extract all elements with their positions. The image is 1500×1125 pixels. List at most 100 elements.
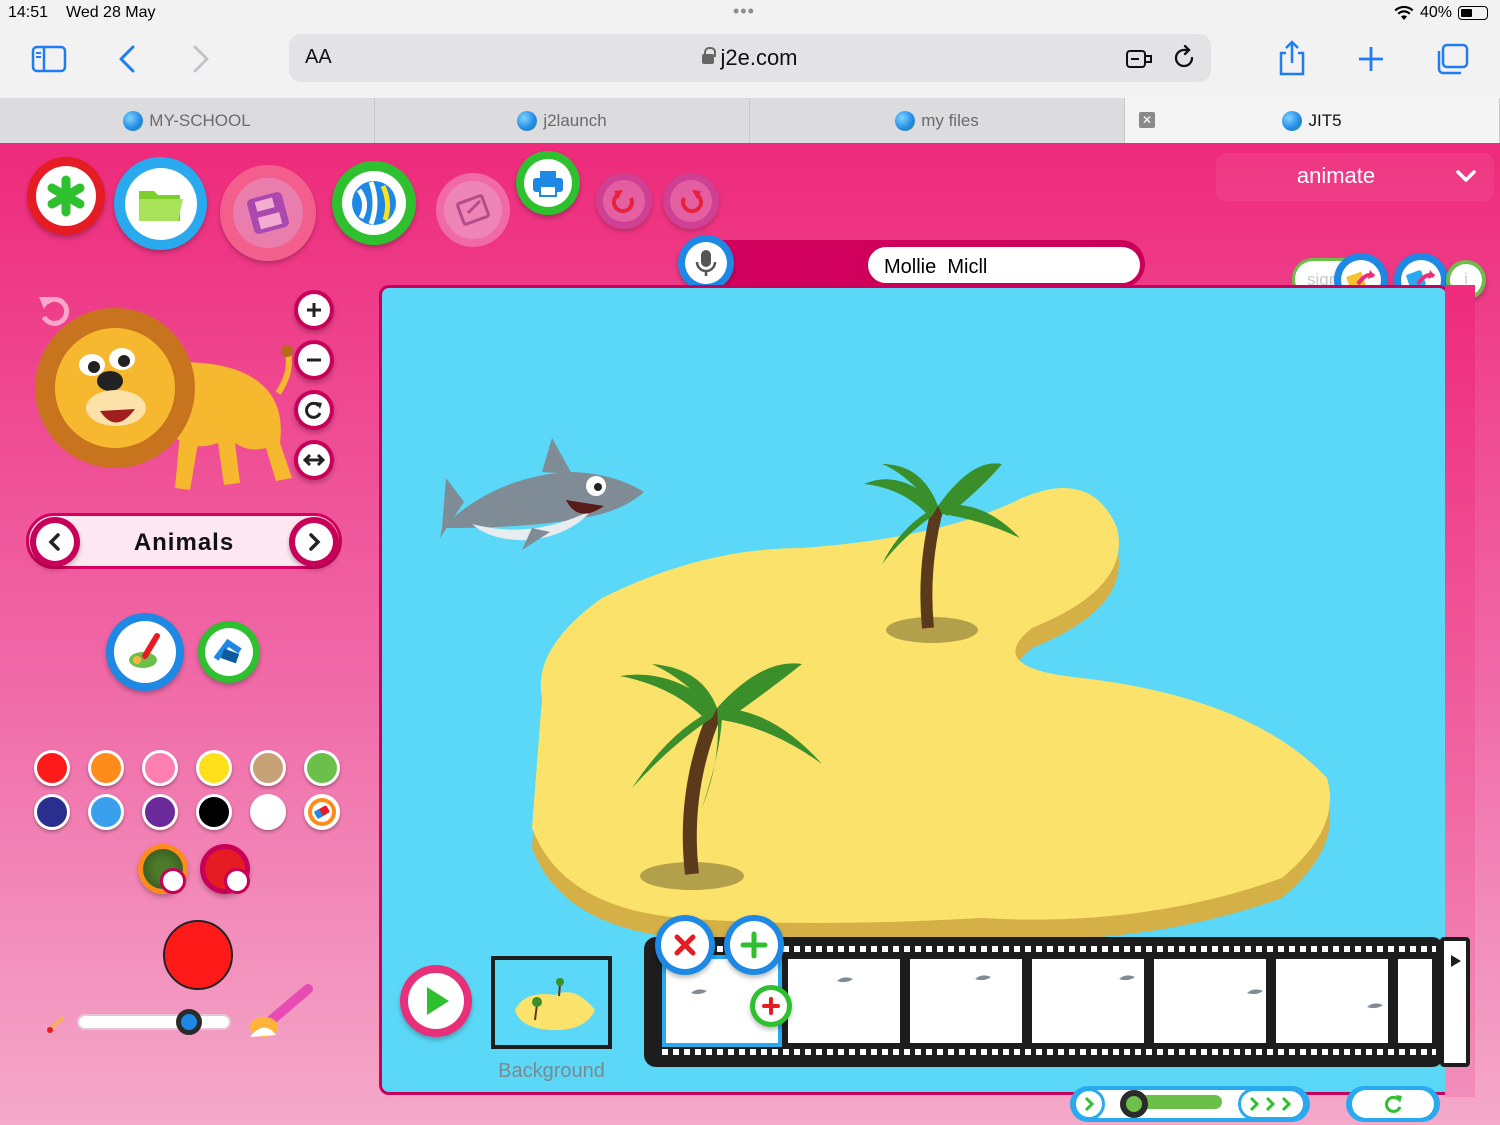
rotate-icon [298, 394, 330, 426]
print-icon [524, 159, 572, 207]
chevron-right-icon [1084, 1096, 1095, 1112]
favicon-icon [123, 110, 144, 131]
animation-frame[interactable] [1276, 959, 1388, 1043]
insert-frame-icon [755, 990, 787, 1022]
play-icon [408, 973, 464, 1029]
animation-frame[interactable] [1398, 959, 1432, 1043]
custom-color-button[interactable] [200, 844, 250, 894]
animation-frame[interactable] [1154, 959, 1266, 1043]
flip-button[interactable] [294, 440, 334, 480]
zoom-out-icon [298, 344, 330, 376]
add-frame-button[interactable] [724, 915, 784, 975]
color-swatch[interactable] [88, 794, 124, 830]
tab-label: MY-SCHOOL [149, 110, 251, 130]
fill-tool-button[interactable] [106, 613, 184, 691]
animation-frame[interactable] [1032, 959, 1144, 1043]
tabs-overview-icon[interactable] [1434, 42, 1470, 76]
rotate-button[interactable] [294, 390, 334, 430]
favicon-icon [1282, 110, 1303, 131]
new-icon [36, 166, 96, 226]
color-swatch[interactable] [142, 794, 178, 830]
color-swatch[interactable] [250, 794, 286, 830]
redo-button[interactable] [663, 173, 719, 229]
tab-label: my files [921, 110, 979, 130]
publish-button[interactable] [436, 173, 510, 247]
faster-button[interactable] [1238, 1088, 1306, 1120]
sidebar-toggle-icon[interactable] [30, 44, 68, 74]
play-small-icon [1451, 955, 1461, 967]
browser-toolbar: AA j2e.com [0, 28, 1500, 98]
multitasking-dots-icon[interactable]: ••• [733, 1, 755, 22]
tab-jit5[interactable]: ✕ JIT5 [1125, 98, 1500, 143]
background-thumbnail[interactable] [491, 956, 612, 1049]
stamp-tool-button[interactable] [198, 621, 260, 683]
color-swatch[interactable] [34, 750, 70, 786]
pattern-button[interactable] [138, 844, 188, 894]
animation-frame[interactable] [910, 959, 1022, 1043]
color-swatch[interactable] [250, 750, 286, 786]
share-icon[interactable] [1276, 38, 1308, 78]
speed-knob[interactable] [1120, 1090, 1148, 1118]
eraser-button[interactable] [304, 794, 340, 830]
extension-icon[interactable] [1125, 46, 1155, 77]
color-swatch[interactable] [88, 750, 124, 786]
slider-knob[interactable] [176, 1009, 203, 1035]
favicon-icon [517, 110, 538, 131]
close-tab-icon[interactable]: ✕ [1139, 112, 1155, 128]
undo-button[interactable] [596, 173, 652, 229]
fill-icon [114, 621, 176, 683]
new-button[interactable] [27, 157, 105, 235]
filmstrip-scroll-right[interactable] [1440, 937, 1470, 1067]
tab-j2launch[interactable]: j2launch [375, 98, 750, 143]
color-swatch[interactable] [196, 750, 232, 786]
save-icon [233, 178, 303, 248]
mode-dropdown[interactable]: animate [1216, 153, 1494, 201]
print-button[interactable] [516, 151, 580, 215]
chevron-left-icon [36, 523, 74, 561]
brush-size-slider[interactable] [77, 1014, 231, 1030]
microphone-button[interactable] [678, 235, 734, 291]
open-button[interactable] [114, 157, 207, 250]
publish-icon [444, 181, 502, 239]
redo-icon [670, 180, 712, 222]
save-button[interactable] [220, 165, 316, 261]
color-swatch[interactable] [196, 794, 232, 830]
reload-icon[interactable] [1171, 44, 1197, 76]
back-icon[interactable] [114, 42, 140, 76]
category-next-button[interactable] [289, 517, 339, 567]
animation-frame[interactable] [788, 959, 900, 1043]
share-button[interactable] [332, 161, 416, 245]
category-prev-button[interactable] [30, 517, 80, 567]
tab-label: j2launch [543, 110, 607, 130]
large-brush-icon [250, 984, 313, 1037]
forward-icon[interactable] [188, 42, 214, 76]
color-swatch[interactable] [304, 750, 340, 786]
address-bar[interactable]: AA j2e.com [289, 34, 1211, 82]
delete-frame-button[interactable] [655, 915, 715, 975]
author-name-field[interactable]: Mollie Micll [866, 245, 1142, 285]
picker-icon [160, 868, 186, 894]
jit5-app: animate Mollie Micll sign i Animals Back… [0, 143, 1500, 1125]
lion-sticker-preview[interactable] [30, 303, 300, 508]
insert-frame-button[interactable] [750, 985, 792, 1027]
zoom-out-button[interactable] [294, 340, 334, 380]
current-color [163, 920, 233, 990]
flip-icon [298, 444, 330, 476]
small-brush-icon [47, 1015, 65, 1033]
microphone-icon [685, 242, 727, 284]
slower-button[interactable] [1073, 1088, 1105, 1120]
zoom-in-button[interactable] [294, 290, 334, 330]
status-date: Wed 28 May [66, 4, 156, 21]
loop-inner [1352, 1090, 1434, 1118]
tab-my-files[interactable]: my files [750, 98, 1125, 143]
new-tab-icon[interactable] [1356, 44, 1386, 74]
share-globe-icon [342, 171, 406, 235]
color-swatch[interactable] [34, 794, 70, 830]
battery-percent: 40% [1419, 4, 1452, 21]
battery-icon [1458, 6, 1488, 20]
color-swatch[interactable] [142, 750, 178, 786]
play-button[interactable] [400, 965, 472, 1037]
chevron-down-icon [1456, 170, 1476, 182]
tab-my-school[interactable]: MY-SCHOOL [0, 98, 375, 143]
mode-label: animate [1296, 163, 1376, 188]
